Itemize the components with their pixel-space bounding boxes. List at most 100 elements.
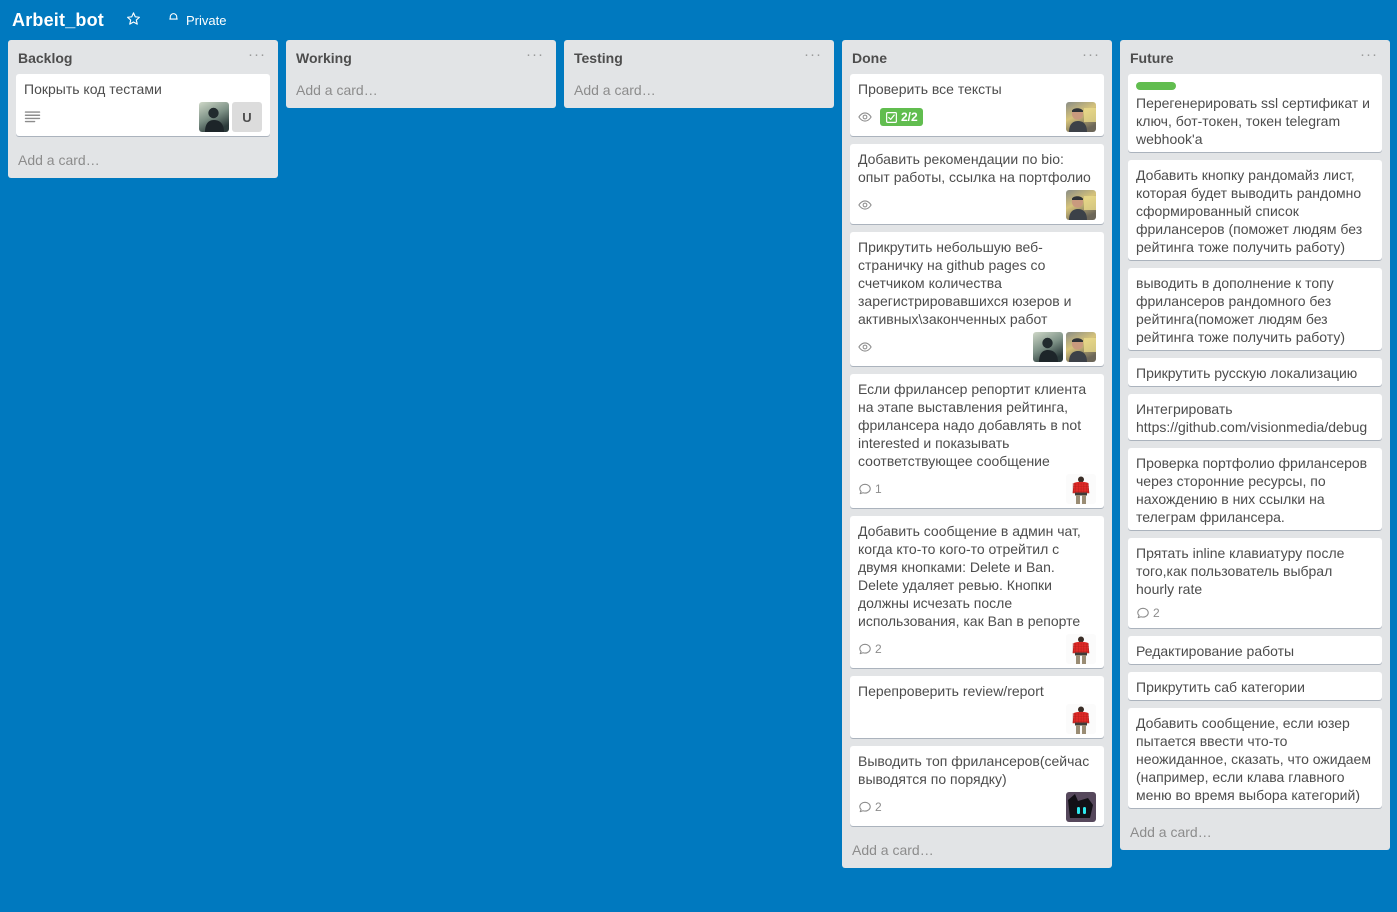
card[interactable]: Прятать inline клавиатуру после того,как… <box>1128 538 1382 628</box>
list-title[interactable]: Backlog <box>18 50 72 66</box>
card-title: Добавить рекомендации по bio: опыт работ… <box>858 151 1091 185</box>
card[interactable]: Если фрилансер репортит клиента на этапе… <box>850 374 1104 508</box>
description-badge <box>24 108 41 126</box>
list-menu-icon[interactable]: ··· <box>244 47 270 65</box>
comments-count: 1 <box>875 482 882 496</box>
comments-badge: 2 <box>858 640 882 658</box>
card-members <box>1066 634 1096 664</box>
card[interactable]: Выводить топ фрилансеров(сейчас выводятс… <box>850 746 1104 826</box>
add-card-button[interactable]: Add a card… <box>842 834 1112 868</box>
card-badges: 2 <box>858 632 1096 666</box>
card[interactable]: Проверить все тексты 2/2 <box>850 74 1104 136</box>
card-members <box>1066 792 1096 822</box>
list-working: Working ··· Add a card… <box>286 40 556 108</box>
card-members <box>1066 474 1096 504</box>
avatar[interactable] <box>1066 332 1096 362</box>
card[interactable]: Добавить сообщение в админ чат, когда кт… <box>850 516 1104 668</box>
list-menu-icon[interactable]: ··· <box>1078 47 1104 65</box>
list-backlog: Backlog ··· Покрыть код тестами U Add a card… <box>8 40 278 178</box>
avatar[interactable] <box>1066 704 1096 734</box>
card-title: выводить в дополнение к топу фрилансеров… <box>1136 275 1345 345</box>
card-title: Прикрутить небольшую веб-страничку на gi… <box>858 239 1072 327</box>
card-title: Прикрутить саб категории <box>1136 679 1305 695</box>
card-title: Если фрилансер репортит клиента на этапе… <box>858 381 1087 469</box>
comments-badge: 2 <box>1136 604 1160 622</box>
list-header: Testing ··· <box>564 40 834 74</box>
card-title: Добавить кнопку рандомайз лист, которая … <box>1136 167 1363 255</box>
card[interactable]: Покрыть код тестами U <box>16 74 270 136</box>
card-badges <box>858 188 1096 222</box>
card-badges: U <box>24 100 262 134</box>
list-menu-icon[interactable]: ··· <box>522 47 548 65</box>
add-card-button[interactable]: Add a card… <box>8 144 278 178</box>
list-header: Backlog ··· <box>8 40 278 74</box>
board-title[interactable]: Arbeit_bot <box>12 10 104 31</box>
card-title: Покрыть код тестами <box>24 81 162 97</box>
card[interactable]: выводить в дополнение к топу фрилансеров… <box>1128 268 1382 350</box>
visibility-button[interactable]: Private <box>161 7 232 33</box>
card-title: Выводить топ фрилансеров(сейчас выводятс… <box>858 753 1090 787</box>
cards-container[interactable]: Покрыть код тестами U <box>8 74 278 144</box>
card-title: Редактирование работы <box>1136 643 1295 659</box>
card-badges: 2 <box>1136 600 1374 626</box>
star-button[interactable] <box>120 7 147 33</box>
list-future: Future ··· Перегенерировать ssl сертификат… <box>1120 40 1390 850</box>
list-title[interactable]: Working <box>296 50 352 66</box>
watch-badge <box>858 196 872 214</box>
card[interactable]: Проверка портфолио фрилансеров через сто… <box>1128 448 1382 530</box>
avatar[interactable] <box>1066 102 1096 132</box>
watch-badge <box>858 108 872 126</box>
avatar[interactable] <box>1066 474 1096 504</box>
list-title[interactable]: Testing <box>574 50 623 66</box>
list-testing: Testing ··· Add a card… <box>564 40 834 108</box>
comments-count: 2 <box>875 800 882 814</box>
add-card-button[interactable]: Add a card… <box>1120 816 1390 850</box>
card-members <box>1066 190 1096 220</box>
checklist-count: 2/2 <box>901 110 918 124</box>
card[interactable]: Прикрутить саб категории <box>1128 672 1382 700</box>
avatar[interactable] <box>199 102 229 132</box>
card-title: Прятать inline клавиатуру после того,как… <box>1136 545 1345 597</box>
avatar[interactable]: U <box>232 102 262 132</box>
board-header: Arbeit_bot Private <box>0 0 1397 40</box>
list-header: Done ··· <box>842 40 1112 74</box>
card-title: Интегрировать https://github.com/visionm… <box>1136 401 1368 435</box>
list-menu-icon[interactable]: ··· <box>1356 47 1382 65</box>
checklist-badge: 2/2 <box>880 108 923 126</box>
board-canvas: Backlog ··· Покрыть код тестами U Add a card… <box>0 40 1397 912</box>
list-menu-icon[interactable]: ··· <box>800 47 826 65</box>
card-title: Перегенерировать ssl сертификат и ключ, … <box>1136 95 1370 147</box>
comments-count: 2 <box>1153 606 1160 620</box>
comments-count: 2 <box>875 642 882 656</box>
card-badges <box>858 330 1096 364</box>
card[interactable]: Перепроверить review/report <box>850 676 1104 738</box>
comments-badge: 1 <box>858 480 882 498</box>
avatar[interactable] <box>1066 634 1096 664</box>
cards-container[interactable]: Проверить все тексты 2/2 Добавить рекоменд… <box>842 74 1112 834</box>
card[interactable]: Редактирование работы <box>1128 636 1382 664</box>
card-title: Проверить все тексты <box>858 81 1002 97</box>
card[interactable]: Прикрутить русскую локализацию <box>1128 358 1382 386</box>
card-badges <box>858 702 1096 736</box>
avatar[interactable] <box>1033 332 1063 362</box>
add-card-button[interactable]: Add a card… <box>286 74 556 108</box>
card-members <box>1033 332 1096 362</box>
card[interactable]: Перегенерировать ssl сертификат и ключ, … <box>1128 74 1382 152</box>
card[interactable]: Добавить кнопку рандомайз лист, которая … <box>1128 160 1382 260</box>
card-badges: 1 <box>858 472 1096 506</box>
card[interactable]: Интегрировать https://github.com/visionm… <box>1128 394 1382 440</box>
avatar[interactable] <box>1066 190 1096 220</box>
star-icon <box>126 11 141 29</box>
add-card-button[interactable]: Add a card… <box>564 74 834 108</box>
card[interactable]: Добавить рекомендации по bio: опыт работ… <box>850 144 1104 224</box>
list-title[interactable]: Future <box>1130 50 1174 66</box>
comments-badge: 2 <box>858 798 882 816</box>
avatar[interactable] <box>1066 792 1096 822</box>
card[interactable]: Добавить сообщение, если юзер пытается в… <box>1128 708 1382 808</box>
watch-badge <box>858 338 872 356</box>
card-label-green[interactable] <box>1136 82 1176 90</box>
cards-container[interactable]: Перегенерировать ssl сертификат и ключ, … <box>1120 74 1390 816</box>
list-header: Future ··· <box>1120 40 1390 74</box>
list-title[interactable]: Done <box>852 50 887 66</box>
card[interactable]: Прикрутить небольшую веб-страничку на gi… <box>850 232 1104 366</box>
